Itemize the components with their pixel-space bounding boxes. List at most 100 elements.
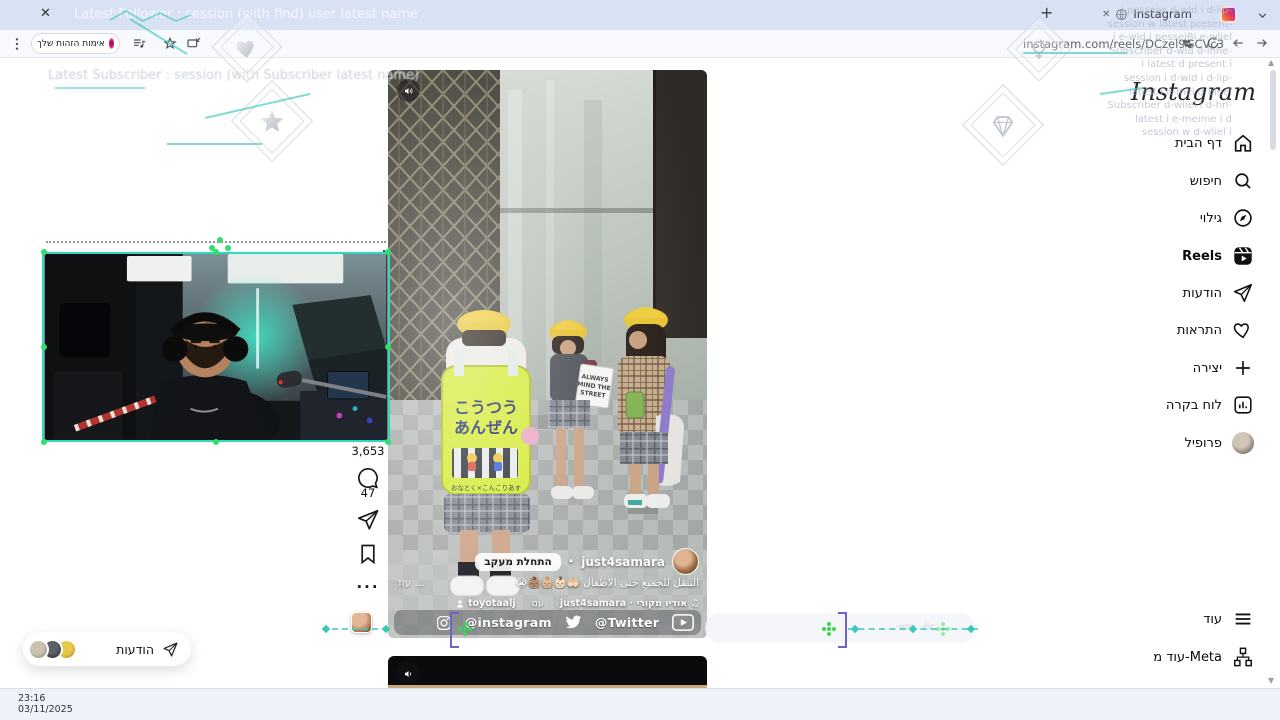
glitch-line — [167, 143, 262, 145]
bookmark-icon — [361, 544, 375, 565]
verification-badge-icon — [108, 38, 114, 49]
move-handle[interactable] — [936, 622, 950, 636]
sidebar-label: Reels — [1182, 248, 1222, 264]
save-button[interactable] — [340, 542, 396, 566]
tagged-username: toyotaalj — [467, 598, 516, 609]
ghost-line: i pesseiw d-wld i d-lip- — [1120, 5, 1232, 16]
move-handle[interactable] — [822, 622, 836, 636]
sidebar-item-create[interactable]: יצירה — [1193, 356, 1254, 380]
resize-handle[interactable] — [213, 439, 219, 445]
rotate-handle[interactable] — [225, 245, 231, 251]
meta-apps-icon — [1234, 647, 1252, 667]
glitch-underline — [55, 87, 145, 89]
tagged-user[interactable]: toyotaalj — [455, 598, 516, 609]
ghost-line: session w d-wliel i — [1141, 127, 1232, 139]
star-deco-icon — [260, 110, 284, 132]
messages-pill-label: הודעות — [116, 641, 154, 657]
scrollbar-thumb[interactable] — [1270, 70, 1276, 150]
resize-handle[interactable] — [385, 249, 391, 255]
sidebar-item-more-from-meta[interactable]: עוד מ-Meta — [1153, 645, 1254, 669]
sidebar-item-search[interactable]: חיפוש — [1190, 169, 1254, 193]
ghost-line: latest i e-meime i d — [1134, 113, 1232, 125]
window-close-button[interactable]: ✕ — [40, 6, 51, 21]
selection-bracket-right[interactable] — [838, 612, 847, 648]
reel-audio-row: ♫ אודיו מקורי · just4samara עם toyotaalj — [396, 598, 699, 609]
media-playlist-icon[interactable] — [132, 36, 148, 52]
sidebar-label: עוד מ-Meta — [1153, 649, 1222, 665]
comment-count: 47 — [360, 486, 376, 500]
forward-arrow-icon[interactable] — [1254, 35, 1270, 51]
mute-button[interactable] — [397, 662, 420, 685]
scrollbar-up-arrow[interactable]: ▲ — [1268, 58, 1274, 67]
sidebar-item-explore[interactable]: גילוי — [1200, 206, 1254, 230]
ghost-line: Subscriber d-wilel i d-hn- — [1107, 100, 1232, 112]
save-to-screen-icon[interactable] — [186, 36, 202, 52]
back-arrow-icon[interactable] — [1230, 35, 1246, 51]
webcam-feed — [45, 254, 387, 440]
chart-icon — [1234, 396, 1252, 414]
reel-user-avatar[interactable] — [672, 548, 699, 575]
home-icon — [1234, 134, 1252, 152]
heart-icon — [1233, 323, 1249, 339]
sidebar-item-messages[interactable]: הודעות — [1183, 281, 1254, 305]
twitter-handle: @Twitter — [594, 615, 660, 630]
search-icon — [1235, 173, 1251, 189]
resize-handle[interactable] — [385, 439, 391, 445]
messages-floating-pill[interactable]: הודעות — [23, 632, 191, 666]
reel-user-row: התחלת מעקב • just4samara — [396, 548, 699, 575]
sidebar-item-reels[interactable]: Reels — [1182, 244, 1254, 268]
play-button-icon[interactable] — [672, 614, 694, 631]
resize-handle[interactable] — [41, 344, 47, 350]
clock-date: 03/11/2025 — [18, 704, 73, 715]
selection-node[interactable] — [321, 624, 331, 634]
sidebar-label: גילוי — [1199, 210, 1222, 226]
stream-ghost-text: Latest Subscriber : session (with Subscr… — [48, 68, 420, 83]
identity-verification-pill[interactable]: אימות הזהות שלך — [31, 33, 120, 54]
reel-username[interactable]: just4samara — [581, 555, 665, 569]
plus-icon — [1236, 361, 1250, 375]
video-social-bar: @instagram @Twitter — [394, 610, 701, 635]
paper-plane-icon — [163, 641, 178, 657]
reel-caption-row[interactable]: التنقل للجميع حتى الاطفال 🤲🏻👶🏻👶🏼👶🏽😭 ... … — [396, 576, 699, 590]
caption-more-button[interactable]: ... עוד — [396, 577, 425, 589]
paper-plane-icon — [1233, 283, 1253, 303]
ghost-line: latest i e-mei d-bieei — [1128, 86, 1232, 98]
selection-dash-line — [322, 628, 388, 630]
scrollbar-down-arrow[interactable]: ▼ — [1268, 676, 1274, 685]
tab-list-chevron-down-icon[interactable] — [1256, 9, 1269, 22]
overlay-guide-dots — [46, 241, 386, 243]
audio-attribution[interactable]: ♫ אודיו מקורי · just4samara — [560, 598, 699, 609]
sidebar-label: עוד — [1203, 611, 1222, 627]
dot-separator: • — [567, 555, 575, 568]
clock-time: 23:16 — [18, 693, 46, 704]
reel-video[interactable]: ALWAYS MIND THE STREET こうつう あんぜん — [388, 70, 707, 638]
more-options-button[interactable]: ··· — [340, 578, 396, 596]
sidebar-label: הודעות — [1182, 285, 1222, 301]
person-icon — [456, 599, 464, 607]
browser-menu-icon[interactable] — [10, 37, 24, 51]
sidebar-item-profile[interactable]: פרופיל — [1185, 431, 1254, 455]
profile-avatar — [1232, 432, 1254, 454]
overlay-star-diamond — [230, 79, 314, 163]
ghost-line: Subscriber d-wld d-lhne- — [1109, 45, 1232, 57]
share-button[interactable] — [340, 508, 396, 532]
resize-handle[interactable] — [385, 344, 391, 350]
reels-icon — [1234, 247, 1252, 265]
sidebar-item-dashboard[interactable]: לוח בקרה — [1166, 393, 1254, 417]
move-handle[interactable] — [458, 622, 472, 636]
sidebar-item-more[interactable]: עוד — [1203, 607, 1254, 631]
next-reel-video[interactable] — [388, 656, 707, 688]
taskbar-clock[interactable]: 23:16 03/11/2025 — [18, 693, 73, 715]
follow-button[interactable]: התחלת מעקב — [475, 552, 561, 571]
windows-taskbar: 23:16 03/11/2025 ع i ♪ ♪♪ A חפש — [0, 688, 1280, 720]
resize-handle[interactable] — [41, 439, 47, 445]
sidebar-label: פרופיל — [1184, 435, 1222, 451]
compass-icon — [1234, 209, 1252, 227]
rotate-handle[interactable] — [217, 237, 223, 243]
hamburger-menu-icon — [1235, 613, 1251, 625]
sidebar-item-notifications[interactable]: התראות — [1177, 318, 1254, 342]
resize-handle[interactable] — [41, 249, 47, 255]
webcam-overlay[interactable] — [42, 252, 390, 442]
rotate-handle[interactable] — [209, 245, 215, 251]
ghost-line: i e-wld i pesseiBi e-wliel — [1112, 32, 1232, 44]
